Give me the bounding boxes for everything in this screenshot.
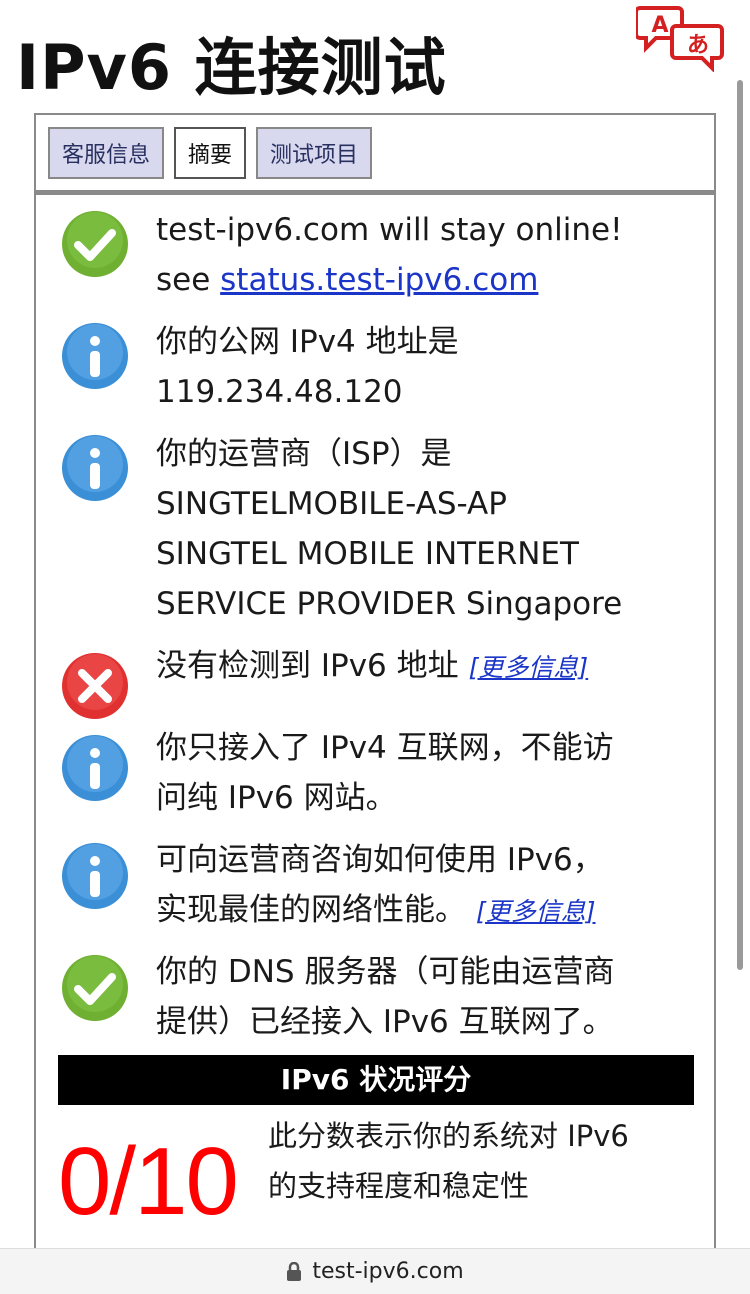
more-info-link[interactable]: [更多信息] <box>476 897 596 926</box>
check-icon <box>62 211 128 277</box>
tab-support-info[interactable]: 客服信息 <box>48 126 165 179</box>
score-header: IPv6 状况评分 <box>58 1055 694 1105</box>
url-text: test-ipv6.com <box>312 1259 464 1284</box>
info-icon <box>62 735 128 801</box>
translate-icon[interactable]: A あ <box>636 2 726 72</box>
info-icon <box>62 323 128 389</box>
score-value: 0/10 <box>58 1128 239 1235</box>
result-text: 可向运营商咨询如何使用 IPv6， 实现最佳的网络性能。 [更多信息] <box>156 842 604 928</box>
page-title: IPv6 连接测试 <box>16 31 447 104</box>
info-icon <box>62 843 128 909</box>
info-icon <box>62 435 128 501</box>
svg-text:A: A <box>651 13 668 38</box>
score-description: 此分数表示你的系统对 IPv6 的支持程度和稳定性 <box>268 1119 629 1203</box>
results-panel: 客服信息 摘要 测试项目 test-ipv6.com will stay onl… <box>34 113 716 1293</box>
result-text: 没有检测到 IPv6 地址 [更多信息] <box>156 648 589 684</box>
tab-test-items[interactable]: 测试项目 <box>256 126 373 179</box>
result-text: test-ipv6.com will stay online! see stat… <box>156 212 623 298</box>
result-text: 你只接入了 IPv4 互联网，不能访 问纯 IPv6 网站。 <box>156 730 614 816</box>
error-icon <box>62 653 128 719</box>
svg-text:あ: あ <box>687 33 709 58</box>
more-info-link[interactable]: [更多信息] <box>469 653 589 682</box>
lock-icon <box>287 1261 302 1281</box>
status-link[interactable]: status.test-ipv6.com <box>220 262 538 298</box>
result-text: 你的 DNS 服务器（可能由运营商 提供）已经接入 IPv6 互联网了。 <box>156 954 615 1040</box>
scrollbar[interactable] <box>737 80 743 970</box>
result-text: 你的运营商（ISP）是 SINGTELMOBILE-AS-AP SINGTEL … <box>156 436 623 622</box>
check-icon <box>62 955 128 1021</box>
address-bar[interactable]: test-ipv6.com <box>0 1248 750 1294</box>
tab-bar: 客服信息 摘要 测试项目 <box>36 115 714 195</box>
result-text: 你的公网 IPv4 地址是 119.234.48.120 <box>156 324 459 410</box>
tab-summary[interactable]: 摘要 <box>174 126 247 179</box>
